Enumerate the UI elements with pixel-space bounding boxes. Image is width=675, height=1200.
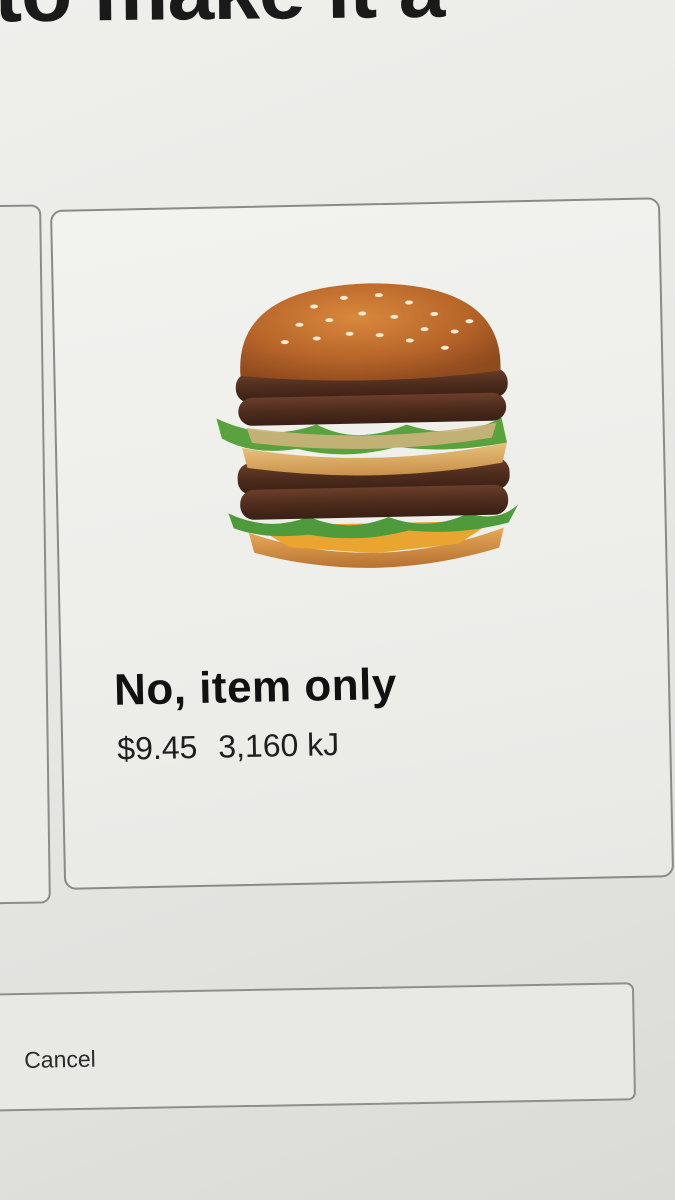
cancel-button[interactable]: Cancel xyxy=(0,982,636,1112)
cancel-label: Cancel xyxy=(23,1045,97,1073)
option-energy: 3,160 kJ xyxy=(217,726,340,765)
option-meta: $9.45 3,160 kJ xyxy=(117,726,340,768)
page-heading: to make it a xyxy=(0,0,445,41)
option-card-item-only[interactable]: No, item only $9.45 3,160 kJ xyxy=(50,197,675,890)
option-price: $9.45 xyxy=(116,729,198,767)
burger-image xyxy=(216,283,519,568)
option-title: No, item only xyxy=(113,659,398,715)
